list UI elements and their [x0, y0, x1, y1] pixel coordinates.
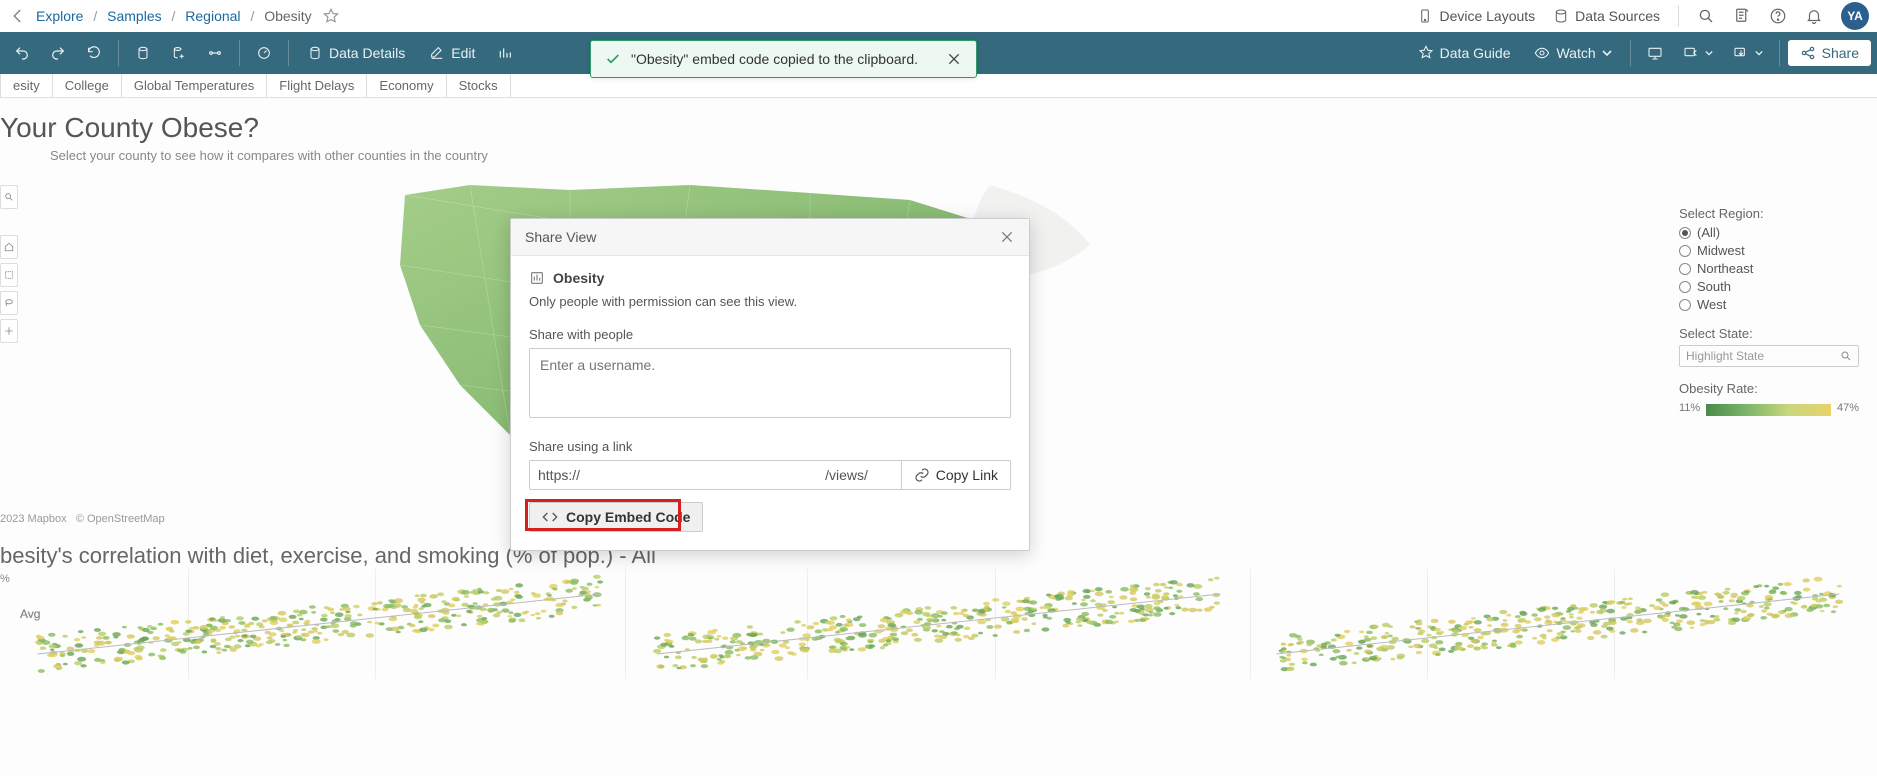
dialog-close-icon[interactable]	[999, 229, 1015, 245]
share-view-dialog: Share View Obesity Only people with perm…	[510, 218, 1030, 551]
state-filter-label: Select State:	[1679, 326, 1859, 341]
redo-button[interactable]	[42, 39, 74, 67]
share-people-input[interactable]	[529, 348, 1011, 418]
region-west-label: West	[1697, 297, 1726, 312]
connect-icon[interactable]	[199, 39, 231, 67]
breadcrumb-regional[interactable]: Regional	[185, 8, 240, 24]
rate-legend-bar	[1706, 404, 1831, 416]
region-northeast-label: Northeast	[1697, 261, 1753, 276]
edit-button[interactable]: Edit	[419, 39, 485, 67]
back-button[interactable]	[8, 6, 28, 26]
present-icon[interactable]	[1639, 39, 1671, 67]
map-lasso-icon[interactable]	[0, 291, 18, 315]
search-icon	[1840, 350, 1852, 362]
tab-obesity[interactable]: esity	[0, 74, 53, 97]
region-option-midwest[interactable]: Midwest	[1679, 243, 1859, 258]
page-title: Your County Obese?	[0, 112, 1877, 144]
notes-icon[interactable]	[1733, 7, 1751, 25]
permission-text: Only people with permission can see this…	[529, 294, 1011, 309]
breadcrumb: Explore / Samples / Regional / Obesity	[36, 8, 312, 24]
data-details-label: Data Details	[329, 45, 405, 61]
copy-embed-code-button[interactable]: Copy Embed Code	[529, 502, 703, 532]
share-link-input[interactable]	[529, 460, 902, 490]
help-icon[interactable]	[1769, 7, 1787, 25]
share-people-label: Share with people	[529, 327, 1011, 342]
data-sources-button[interactable]: Data Sources	[1553, 8, 1660, 24]
map-attrib-osm: © OpenStreetMap	[76, 513, 165, 525]
map-home-icon[interactable]	[0, 235, 18, 259]
map-attrib-mapbox: 2023 Mapbox	[0, 513, 67, 525]
undo-button[interactable]	[6, 39, 38, 67]
data-sources-label: Data Sources	[1575, 8, 1660, 24]
download-icon[interactable]	[1675, 39, 1721, 67]
region-all-label: (All)	[1697, 225, 1720, 240]
data-details-button[interactable]: Data Details	[297, 39, 415, 67]
tab-stocks[interactable]: Stocks	[447, 74, 511, 97]
check-icon	[605, 51, 621, 67]
breadcrumb-explore[interactable]: Explore	[36, 8, 83, 24]
favorite-star-icon[interactable]	[322, 7, 340, 25]
filter-panel: Select Region: (All) Midwest Northeast S…	[1679, 206, 1859, 416]
region-option-all[interactable]: (All)	[1679, 225, 1859, 240]
dialog-view-name: Obesity	[553, 270, 604, 286]
region-south-label: South	[1697, 279, 1731, 294]
export-icon[interactable]	[1725, 39, 1771, 67]
viz-icon[interactable]	[489, 39, 521, 67]
rate-min: 11%	[1679, 402, 1700, 414]
breadcrumb-current: Obesity	[264, 8, 311, 24]
scatter-viz[interactable]: % Avg Avg Avg	[0, 569, 1877, 679]
map-search-icon[interactable]	[0, 185, 18, 209]
user-avatar[interactable]: YA	[1841, 2, 1869, 30]
share-link-label: Share using a link	[529, 439, 1011, 454]
replay-button[interactable]	[78, 39, 110, 67]
region-option-northeast[interactable]: Northeast	[1679, 261, 1859, 276]
bell-icon[interactable]	[1805, 7, 1823, 25]
save-as-icon[interactable]	[163, 39, 195, 67]
copy-link-button[interactable]: Copy Link	[902, 460, 1011, 490]
workbook-icon	[529, 270, 545, 286]
device-layouts-button[interactable]: Device Layouts	[1417, 8, 1535, 24]
edit-label: Edit	[451, 45, 475, 61]
toast-close-icon[interactable]	[946, 51, 962, 67]
link-icon	[914, 467, 930, 483]
state-highlighter[interactable]: Highlight State	[1679, 345, 1859, 367]
map-pan-icon[interactable]	[0, 319, 18, 343]
tab-flight-delays[interactable]: Flight Delays	[267, 74, 367, 97]
tab-global-temperatures[interactable]: Global Temperatures	[122, 74, 267, 97]
share-label: Share	[1822, 45, 1859, 61]
page-subtitle: Select your county to see how it compare…	[0, 148, 1877, 163]
top-bar: Explore / Samples / Regional / Obesity D…	[0, 0, 1877, 32]
copy-link-label: Copy Link	[936, 467, 998, 483]
toast-message: "Obesity" embed code copied to the clipb…	[631, 51, 918, 67]
dialog-title: Share View	[525, 229, 596, 245]
share-button[interactable]: Share	[1788, 40, 1871, 66]
rate-max: 47%	[1837, 402, 1859, 414]
search-icon[interactable]	[1697, 7, 1715, 25]
region-option-south[interactable]: South	[1679, 279, 1859, 294]
tab-economy[interactable]: Economy	[367, 74, 446, 97]
tab-college[interactable]: College	[53, 74, 122, 97]
copy-embed-label: Copy Embed Code	[566, 509, 690, 525]
rate-legend-label: Obesity Rate:	[1679, 381, 1859, 396]
map-rect-select-icon[interactable]	[0, 263, 18, 287]
watch-label: Watch	[1556, 45, 1595, 61]
data-guide-button[interactable]: Data Guide	[1408, 39, 1521, 67]
state-placeholder: Highlight State	[1686, 349, 1764, 363]
toast-notification: "Obesity" embed code copied to the clipb…	[590, 40, 977, 78]
region-filter-label: Select Region:	[1679, 206, 1859, 221]
data-guide-label: Data Guide	[1440, 45, 1511, 61]
breadcrumb-samples[interactable]: Samples	[107, 8, 161, 24]
performance-icon[interactable]	[248, 39, 280, 67]
region-midwest-label: Midwest	[1697, 243, 1745, 258]
region-option-west[interactable]: West	[1679, 297, 1859, 312]
watch-button[interactable]: Watch	[1524, 39, 1621, 67]
save-icon[interactable]	[127, 39, 159, 67]
device-layouts-label: Device Layouts	[1439, 8, 1535, 24]
code-icon	[542, 509, 558, 525]
